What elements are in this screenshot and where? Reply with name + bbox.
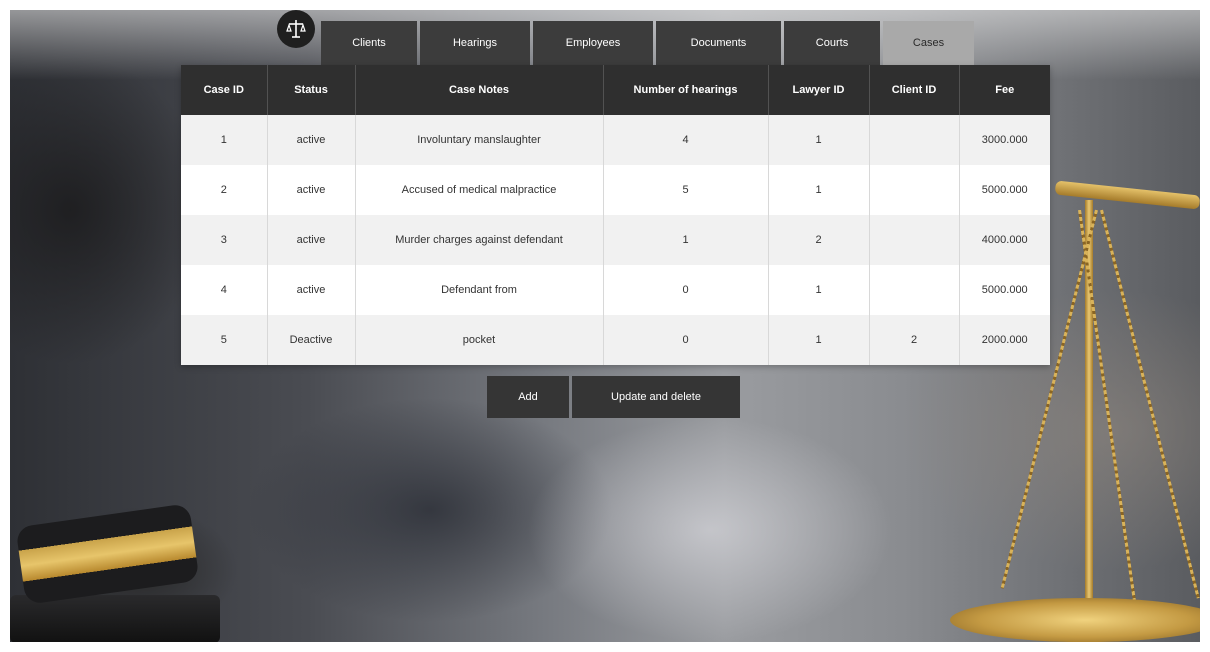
cell-lawyer-id: 2 xyxy=(767,215,869,265)
cell-client-id xyxy=(868,265,959,315)
cell-hearings: 0 xyxy=(602,265,768,315)
column-header-case-id: Case ID xyxy=(181,65,267,115)
tab-label: Employees xyxy=(565,37,621,49)
scale-arm-decoration xyxy=(1054,180,1200,210)
cell-status: active xyxy=(266,215,355,265)
cell-client-id xyxy=(868,165,959,215)
cell-status: active xyxy=(266,265,355,315)
column-header-hearings: Number of hearings xyxy=(602,65,768,115)
add-button[interactable]: Add xyxy=(487,376,569,418)
cell-fee: 3000.000 xyxy=(958,115,1050,165)
tab-documents[interactable]: Documents xyxy=(656,21,781,65)
table-header-row: Case ID Status Case Notes Number of hear… xyxy=(181,65,1050,115)
cell-status: Deactive xyxy=(266,315,355,365)
cell-hearings: 1 xyxy=(602,215,768,265)
scale-chain-decoration xyxy=(1100,209,1200,599)
tab-employees[interactable]: Employees xyxy=(533,21,653,65)
cell-hearings: 0 xyxy=(602,315,768,365)
cell-case-id: 1 xyxy=(181,115,267,165)
table-row[interactable]: 5 Deactive pocket 0 1 2 2000.000 xyxy=(181,315,1050,365)
cell-lawyer-id: 1 xyxy=(767,315,869,365)
tab-label: Hearings xyxy=(452,37,498,49)
cell-case-id: 3 xyxy=(181,215,267,265)
column-header-case-notes: Case Notes xyxy=(354,65,603,115)
table-row[interactable]: 2 active Accused of medical malpractice … xyxy=(181,165,1050,215)
column-header-status: Status xyxy=(266,65,355,115)
cell-case-notes: Defendant from xyxy=(354,265,603,315)
action-buttons: Add Update and delete xyxy=(487,376,740,418)
cell-hearings: 5 xyxy=(602,165,768,215)
tab-hearings[interactable]: Hearings xyxy=(420,21,530,65)
table-row[interactable]: 4 active Defendant from 0 1 5000.000 xyxy=(181,265,1050,315)
scales-of-justice-icon[interactable] xyxy=(277,10,315,48)
cell-case-id: 5 xyxy=(181,315,267,365)
tab-clients[interactable]: Clients xyxy=(321,21,417,65)
tab-courts[interactable]: Courts xyxy=(784,21,880,65)
column-header-client-id: Client ID xyxy=(868,65,959,115)
cell-case-id: 2 xyxy=(181,165,267,215)
tab-label: Documents xyxy=(690,37,747,49)
logo-glyph xyxy=(286,20,306,38)
table-row[interactable]: 3 active Murder charges against defendan… xyxy=(181,215,1050,265)
column-header-lawyer-id: Lawyer ID xyxy=(767,65,869,115)
cell-case-notes: Involuntary manslaughter xyxy=(354,115,603,165)
cell-case-notes: Accused of medical malpractice xyxy=(354,165,603,215)
cell-fee: 4000.000 xyxy=(958,215,1050,265)
main-nav-tabs: Clients Hearings Employees Documents Cou… xyxy=(321,21,974,65)
tab-label: Cases xyxy=(912,37,945,49)
scale-pan-decoration xyxy=(950,598,1200,642)
update-and-delete-button[interactable]: Update and delete xyxy=(572,376,740,418)
cell-case-notes: pocket xyxy=(354,315,603,365)
tab-cases[interactable]: Cases xyxy=(883,21,974,65)
table-row[interactable]: 1 active Involuntary manslaughter 4 1 30… xyxy=(181,115,1050,165)
cases-table: Case ID Status Case Notes Number of hear… xyxy=(181,65,1050,365)
cell-hearings: 4 xyxy=(602,115,768,165)
cell-lawyer-id: 1 xyxy=(767,265,869,315)
cell-fee: 2000.000 xyxy=(958,315,1050,365)
cell-client-id: 2 xyxy=(868,315,959,365)
cell-case-id: 4 xyxy=(181,265,267,315)
cell-lawyer-id: 1 xyxy=(767,165,869,215)
cell-status: active xyxy=(266,115,355,165)
cell-lawyer-id: 1 xyxy=(767,115,869,165)
gavel-decoration xyxy=(15,503,200,605)
cell-case-notes: Murder charges against defendant xyxy=(354,215,603,265)
cell-fee: 5000.000 xyxy=(958,165,1050,215)
cell-client-id xyxy=(868,115,959,165)
cell-client-id xyxy=(868,215,959,265)
cell-fee: 5000.000 xyxy=(958,265,1050,315)
column-header-fee: Fee xyxy=(958,65,1050,115)
tab-label: Clients xyxy=(352,37,386,49)
tab-label: Courts xyxy=(815,37,849,49)
cell-status: active xyxy=(266,165,355,215)
